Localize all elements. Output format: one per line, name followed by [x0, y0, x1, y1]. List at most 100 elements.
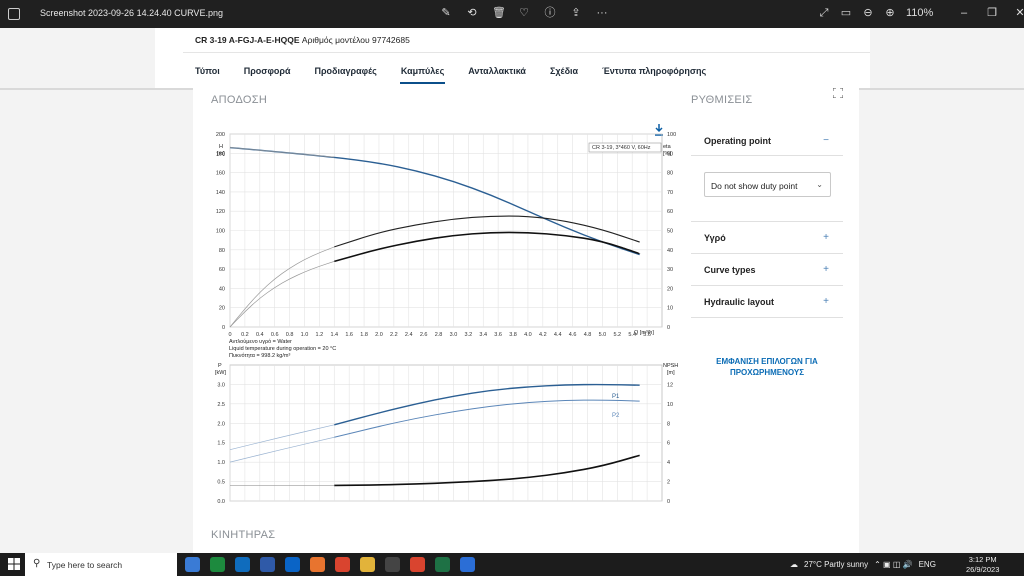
y2-tick-label: 80: [667, 171, 673, 177]
info-icon[interactable]: ⓘ: [544, 6, 556, 20]
tab-specifications[interactable]: Προδιαγραφές: [314, 66, 376, 76]
operating-point-row[interactable]: Operating point −: [691, 116, 843, 156]
tab-curves[interactable]: Καμπύλες: [399, 66, 446, 84]
store-icon[interactable]: [260, 557, 275, 572]
series-line-1: [334, 215, 640, 248]
x-tick-label: 4.0: [524, 332, 532, 338]
advanced-options-link[interactable]: ΕΜΦΑΝΙΣΗ ΕΠΙΛΟΓΩΝ ΓΙΑ ΠΡΟΧΩΡΗΜΕΝΟΥΣ: [701, 356, 833, 378]
x-tick-label: 0.8: [286, 332, 294, 338]
taskbar-search[interactable]: ⚲ Type here to search: [25, 553, 177, 576]
x-tick-label: 3.4: [479, 332, 487, 338]
advanced-options-line1: ΕΜΦΑΝΙΣΗ ΕΠΙΛΟΓΩΝ ΓΙΑ: [716, 357, 818, 366]
product-tabs: Τύποι Προσφορά Προδιαγραφές Καμπύλες Αντ…: [195, 66, 730, 84]
chrome-icon[interactable]: [410, 557, 425, 572]
y-tick-label: 40: [219, 286, 225, 292]
clock[interactable]: 3:12 PM 26/9/2023: [966, 555, 999, 575]
zoom-in-icon[interactable]: ⊕: [884, 6, 896, 20]
more-icon[interactable]: ···: [596, 6, 608, 20]
tab-documentation[interactable]: Έντυπα πληροφόρησης: [602, 66, 706, 76]
x-tick-label: 0.4: [256, 332, 264, 338]
tab-types[interactable]: Τύποι: [195, 66, 220, 76]
series-line-3: [229, 436, 335, 463]
close-icon[interactable]: ✕: [1014, 6, 1024, 20]
model-number: Αριθμός μοντέλου 97742685: [301, 35, 410, 45]
file-explorer-icon[interactable]: [360, 557, 375, 572]
photos-app-icon: [8, 8, 20, 20]
liquid-row[interactable]: Υγρό +: [691, 222, 843, 254]
y-tick-label: 1.0: [217, 460, 225, 466]
delete-icon[interactable]: 🗑: [492, 6, 506, 20]
weather-text[interactable]: 27°C Partly sunny: [804, 560, 868, 569]
y-tick-label: 20: [219, 306, 225, 312]
edge-icon[interactable]: [210, 557, 225, 572]
minimize-icon[interactable]: –: [958, 6, 970, 20]
series-line-4: [334, 454, 640, 487]
share-icon[interactable]: ⇪: [570, 6, 582, 20]
windows-start-icon[interactable]: [8, 558, 20, 570]
hydraulic-layout-label: Hydraulic layout: [704, 297, 775, 307]
task-view-icon[interactable]: [185, 557, 200, 572]
x-tick-label: 4.2: [539, 332, 547, 338]
x-tick-label: 4.4: [554, 332, 562, 338]
expand-plus-icon[interactable]: +: [823, 232, 829, 243]
y2-tick-label: 40: [667, 248, 673, 254]
clock-time: 3:12 PM: [968, 555, 997, 564]
y2-tick-label: 60: [667, 209, 673, 215]
y-tick-label: 60: [219, 267, 225, 273]
model-name: CR 3-19 A-FGJ-A-E-HQQE: [195, 35, 300, 45]
pump-curves-chart: 0204060801001201401601802000102030405060…: [215, 132, 678, 505]
collapse-icon[interactable]: −: [823, 135, 829, 146]
q-axis-label: Q [m³/h]: [634, 330, 654, 336]
zoom-out-icon[interactable]: ⊖: [862, 6, 874, 20]
excel-icon[interactable]: [435, 557, 450, 572]
expand-icon[interactable]: [833, 88, 843, 98]
mail-icon[interactable]: [235, 557, 250, 572]
app-icon[interactable]: [385, 557, 400, 572]
divider: [183, 52, 870, 53]
h-axis-label: H: [219, 144, 223, 150]
p1-series-line-0: [334, 383, 640, 426]
hydraulic-layout-row[interactable]: Hydraulic layout +: [691, 286, 843, 318]
npsh-axis-label: NPSH: [663, 363, 678, 369]
photos-icon[interactable]: [460, 557, 475, 572]
restore-icon[interactable]: ❐: [986, 6, 998, 20]
operating-point-body: [691, 156, 843, 222]
tray-icons[interactable]: ⌃ ▣ ◫ 🔊: [874, 560, 912, 569]
draw-icon[interactable]: ⟲: [466, 6, 478, 20]
y-tick-label: 140: [216, 190, 225, 196]
chrome-icon[interactable]: [335, 557, 350, 572]
expand-plus-icon[interactable]: +: [823, 296, 829, 307]
tab-offer[interactable]: Προσφορά: [244, 66, 291, 76]
language-indicator[interactable]: ENG: [919, 560, 936, 569]
qh-efficiency-chart: 0204060801001201401601802000102030405060…: [216, 132, 676, 338]
tab-drawings[interactable]: Σχέδια: [550, 66, 578, 76]
liquid-label: Υγρό: [704, 233, 726, 243]
y2-tick-label: 4: [667, 460, 670, 466]
p-axis-unit: [kW]: [215, 370, 226, 376]
fit-icon[interactable]: ▭: [840, 6, 852, 20]
favorite-icon[interactable]: ♡: [518, 6, 530, 20]
edit-icon[interactable]: ✎: [440, 6, 452, 20]
x-tick-label: 2.2: [390, 332, 398, 338]
y2-tick-label: 10: [667, 306, 673, 312]
y-tick-label: 0: [222, 325, 225, 331]
x-tick-label: 3.2: [465, 332, 473, 338]
curve-types-row[interactable]: Curve types +: [691, 254, 843, 286]
x-tick-label: 1.8: [360, 332, 368, 338]
x-tick-label: 2.0: [375, 332, 383, 338]
product-title: CR 3-19 A-FGJ-A-E-HQQE Αριθμός μοντέλου …: [195, 35, 410, 45]
expand-plus-icon[interactable]: +: [823, 264, 829, 275]
outlook-icon[interactable]: [285, 557, 300, 572]
x-tick-label: 0.6: [271, 332, 279, 338]
tab-spare-parts[interactable]: Ανταλλακτικά: [468, 66, 526, 76]
series-line-4: [229, 261, 335, 328]
advanced-options-line2: ΠΡΟΧΩΡΗΜΕΝΟΥΣ: [729, 368, 805, 377]
x-tick-label: 0: [228, 332, 231, 338]
liquid-note: Αντλούμενο υγρό = Water: [229, 338, 292, 345]
curve-types-label: Curve types: [704, 265, 756, 275]
weather-icon[interactable]: ☁: [790, 560, 798, 569]
fullscreen-icon[interactable]: ⤢: [818, 6, 830, 20]
firefox-icon[interactable]: [310, 557, 325, 572]
y2-tick-label: 8: [667, 421, 670, 427]
x-tick-label: 4.6: [569, 332, 577, 338]
